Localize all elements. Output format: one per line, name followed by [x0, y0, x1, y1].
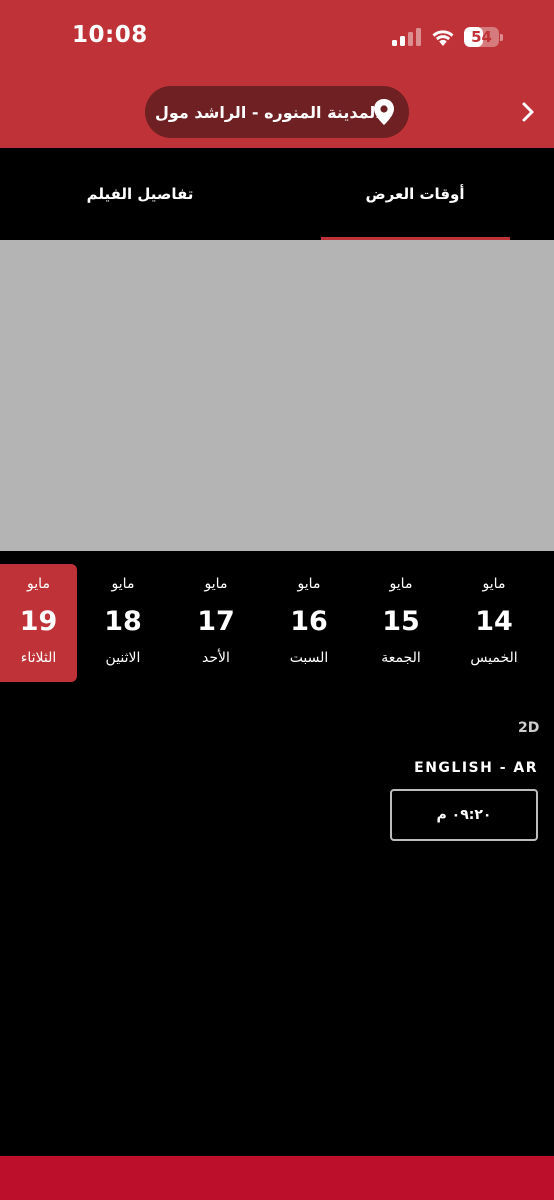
date-weekday: الخميس — [470, 650, 518, 666]
date-item[interactable]: مايو 15 الجمعة — [362, 564, 440, 682]
date-day: 15 — [382, 606, 420, 637]
movie-poster-placeholder — [0, 240, 554, 551]
date-day: 19 — [19, 606, 58, 637]
date-item[interactable]: مايو 16 السبت — [270, 564, 348, 682]
chevron-right-icon[interactable] — [520, 101, 536, 123]
date-item[interactable]: مايو 18 الاثنين — [84, 564, 162, 682]
app-header: 10:08 54 المدينة المنوره - الراشد مول — [0, 0, 554, 148]
date-day: 18 — [104, 606, 142, 637]
wifi-icon — [432, 30, 454, 46]
status-time: 10:08 — [72, 22, 148, 48]
date-weekday: الاثنين — [105, 650, 141, 666]
map-pin-icon — [374, 99, 394, 125]
date-month: مايو — [389, 576, 413, 592]
tab-bar: أوقات العرض تفاصيل الفيلم — [0, 148, 554, 240]
date-month: مايو — [27, 576, 50, 592]
date-item[interactable]: مايو 17 الأحد — [177, 564, 255, 682]
battery-indicator: 54 — [464, 27, 503, 47]
showtime-button[interactable]: ٠٩:٢٠ م — [390, 789, 538, 841]
date-item-selected[interactable]: مايو 19 الثلاثاء — [0, 564, 77, 682]
bottom-bar — [0, 1156, 554, 1200]
date-selector: مايو 14 الخميس مايو 15 الجمعة مايو 16 ال… — [0, 564, 554, 682]
battery-cap — [500, 34, 503, 41]
date-month: مايو — [297, 576, 321, 592]
date-weekday: الأحد — [202, 650, 230, 666]
cellular-signal-icon — [392, 28, 421, 46]
date-month: مايو — [204, 576, 228, 592]
date-month: مايو — [482, 576, 506, 592]
date-item[interactable]: مايو 14 الخميس — [455, 564, 533, 682]
tab-movie-details[interactable]: تفاصيل الفيلم — [40, 148, 240, 240]
date-weekday: الثلاثاء — [20, 650, 57, 666]
format-2d-badge: 2D — [518, 720, 540, 736]
date-weekday: الجمعة — [381, 650, 421, 666]
location-selector[interactable]: المدينة المنوره - الراشد مول — [145, 86, 409, 138]
tab-showtimes[interactable]: أوقات العرض — [320, 148, 510, 240]
location-label: المدينة المنوره - الراشد مول — [155, 102, 381, 122]
battery-level: 54 — [471, 28, 492, 46]
status-bar: 10:08 54 — [0, 0, 554, 76]
date-day: 14 — [475, 606, 513, 637]
battery-body: 54 — [464, 27, 499, 47]
date-month: مايو — [111, 576, 135, 592]
date-day: 16 — [290, 606, 328, 637]
showtime-language: ENGLISH - AR — [414, 760, 538, 776]
date-day: 17 — [197, 606, 235, 637]
date-weekday: السبت — [289, 650, 329, 666]
